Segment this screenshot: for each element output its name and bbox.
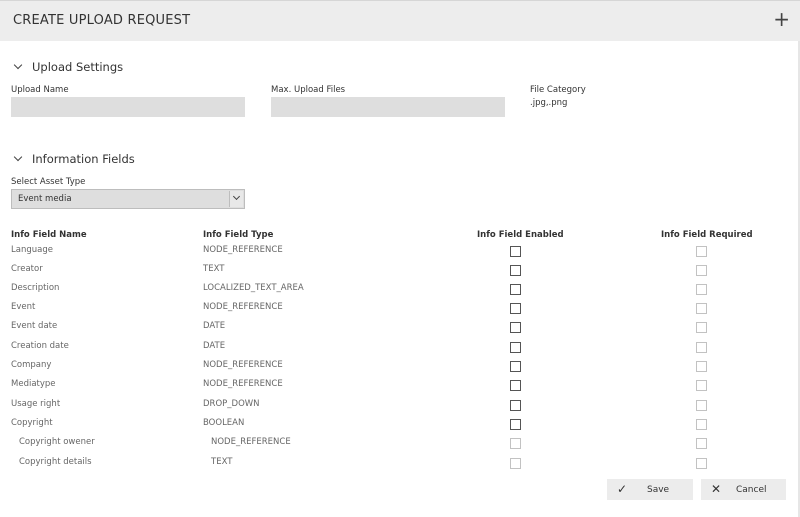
enabled-checkbox[interactable] xyxy=(510,438,521,449)
required-checkbox[interactable] xyxy=(696,458,707,469)
upload-settings-header: Upload Settings xyxy=(32,60,124,74)
enabled-checkbox[interactable] xyxy=(510,265,521,276)
required-checkbox[interactable] xyxy=(696,342,707,353)
enabled-checkbox[interactable] xyxy=(510,303,521,314)
enabled-checkbox[interactable] xyxy=(510,246,521,257)
field-type: BOOLEAN xyxy=(203,418,245,428)
enabled-checkbox[interactable] xyxy=(510,380,521,391)
enabled-checkbox[interactable] xyxy=(510,342,521,353)
field-name: Description xyxy=(11,283,60,293)
asset-type-select[interactable]: Event media xyxy=(11,189,245,209)
field-type: TEXT xyxy=(203,264,225,274)
enabled-checkbox[interactable] xyxy=(510,361,521,372)
required-checkbox[interactable] xyxy=(696,400,707,411)
field-name: Creation date xyxy=(11,341,69,351)
field-type: LOCALIZED_TEXT_AREA xyxy=(203,283,304,293)
upload-name-label: Upload Name xyxy=(11,85,69,95)
column-header-name: Info Field Name xyxy=(11,230,87,240)
required-checkbox[interactable] xyxy=(696,438,707,449)
field-name: Copyright details xyxy=(19,457,92,467)
asset-type-value: Event media xyxy=(18,194,72,204)
field-type: DATE xyxy=(203,321,226,331)
required-checkbox[interactable] xyxy=(696,419,707,430)
dialog-title: CREATE UPLOAD REQUEST xyxy=(13,13,191,28)
field-name: Copyright owener xyxy=(19,437,95,447)
field-type: DATE xyxy=(203,341,226,351)
column-header-enabled: Info Field Enabled xyxy=(477,230,564,240)
table-row: Creation date DATE xyxy=(0,338,800,357)
field-name: Language xyxy=(11,245,53,255)
field-type: NODE_REFERENCE xyxy=(203,245,283,255)
enabled-checkbox[interactable] xyxy=(510,419,521,430)
required-checkbox[interactable] xyxy=(696,322,707,333)
field-type: NODE_REFERENCE xyxy=(203,379,283,389)
table-row: Copyright details TEXT xyxy=(0,454,800,473)
checkmark-icon: ✓ xyxy=(617,482,628,496)
field-type: TEXT xyxy=(211,457,233,467)
enabled-checkbox[interactable] xyxy=(510,322,521,333)
max-upload-files-label: Max. Upload Files xyxy=(271,85,346,95)
enabled-checkbox[interactable] xyxy=(510,284,521,295)
field-name: Company xyxy=(11,360,52,370)
table-row: Mediatype NODE_REFERENCE xyxy=(0,376,800,395)
required-checkbox[interactable] xyxy=(696,265,707,276)
required-checkbox[interactable] xyxy=(696,380,707,391)
field-name: Mediatype xyxy=(11,379,56,389)
plus-icon[interactable]: + xyxy=(773,7,790,31)
table-row: Company NODE_REFERENCE xyxy=(0,357,800,376)
table-row: Creator TEXT xyxy=(0,261,800,280)
information-fields-header: Information Fields xyxy=(32,152,135,166)
field-type: NODE_REFERENCE xyxy=(203,360,283,370)
required-checkbox[interactable] xyxy=(696,246,707,257)
table-row: Usage right DROP_DOWN xyxy=(0,396,800,415)
close-icon: ✕ xyxy=(711,482,722,496)
column-header-type: Info Field Type xyxy=(203,230,274,240)
chevron-down-icon[interactable] xyxy=(229,191,243,207)
chevron-down-icon xyxy=(13,152,23,162)
upload-name-input[interactable] xyxy=(11,97,245,117)
table-row: Language NODE_REFERENCE xyxy=(0,242,800,261)
dialog-header: CREATE UPLOAD REQUEST + xyxy=(0,0,800,41)
table-row: Description LOCALIZED_TEXT_AREA xyxy=(0,280,800,299)
table-row: Copyright owener NODE_REFERENCE xyxy=(0,434,800,453)
required-checkbox[interactable] xyxy=(696,303,707,314)
table-row: Copyright BOOLEAN xyxy=(0,415,800,434)
save-button-label: Save xyxy=(647,485,670,495)
max-upload-files-input[interactable] xyxy=(271,97,505,117)
field-name: Creator xyxy=(11,264,43,274)
table-row: Event date DATE xyxy=(0,318,800,337)
enabled-checkbox[interactable] xyxy=(510,400,521,411)
save-button[interactable]: ✓ Save xyxy=(607,479,693,500)
field-name: Event date xyxy=(11,321,58,331)
required-checkbox[interactable] xyxy=(696,361,707,372)
cancel-button-label: Cancel xyxy=(736,485,767,495)
enabled-checkbox[interactable] xyxy=(510,458,521,469)
field-type: DROP_DOWN xyxy=(203,399,260,409)
information-fields-toggle[interactable]: Information Fields xyxy=(13,152,135,166)
table-row: Event NODE_REFERENCE xyxy=(0,299,800,318)
field-name: Usage right xyxy=(11,399,61,409)
upload-settings-toggle[interactable]: Upload Settings xyxy=(13,60,123,74)
required-checkbox[interactable] xyxy=(696,284,707,295)
file-category-label: File Category xyxy=(530,85,586,95)
file-category-value: .jpg,.png xyxy=(530,98,568,108)
field-type: NODE_REFERENCE xyxy=(203,302,283,312)
field-name: Copyright xyxy=(11,418,53,428)
field-name: Event xyxy=(11,302,36,312)
chevron-down-icon xyxy=(13,60,23,70)
field-type: NODE_REFERENCE xyxy=(211,437,291,447)
cancel-button[interactable]: ✕ Cancel xyxy=(701,479,786,500)
column-header-required: Info Field Required xyxy=(661,230,753,240)
asset-type-label: Select Asset Type xyxy=(11,177,86,187)
